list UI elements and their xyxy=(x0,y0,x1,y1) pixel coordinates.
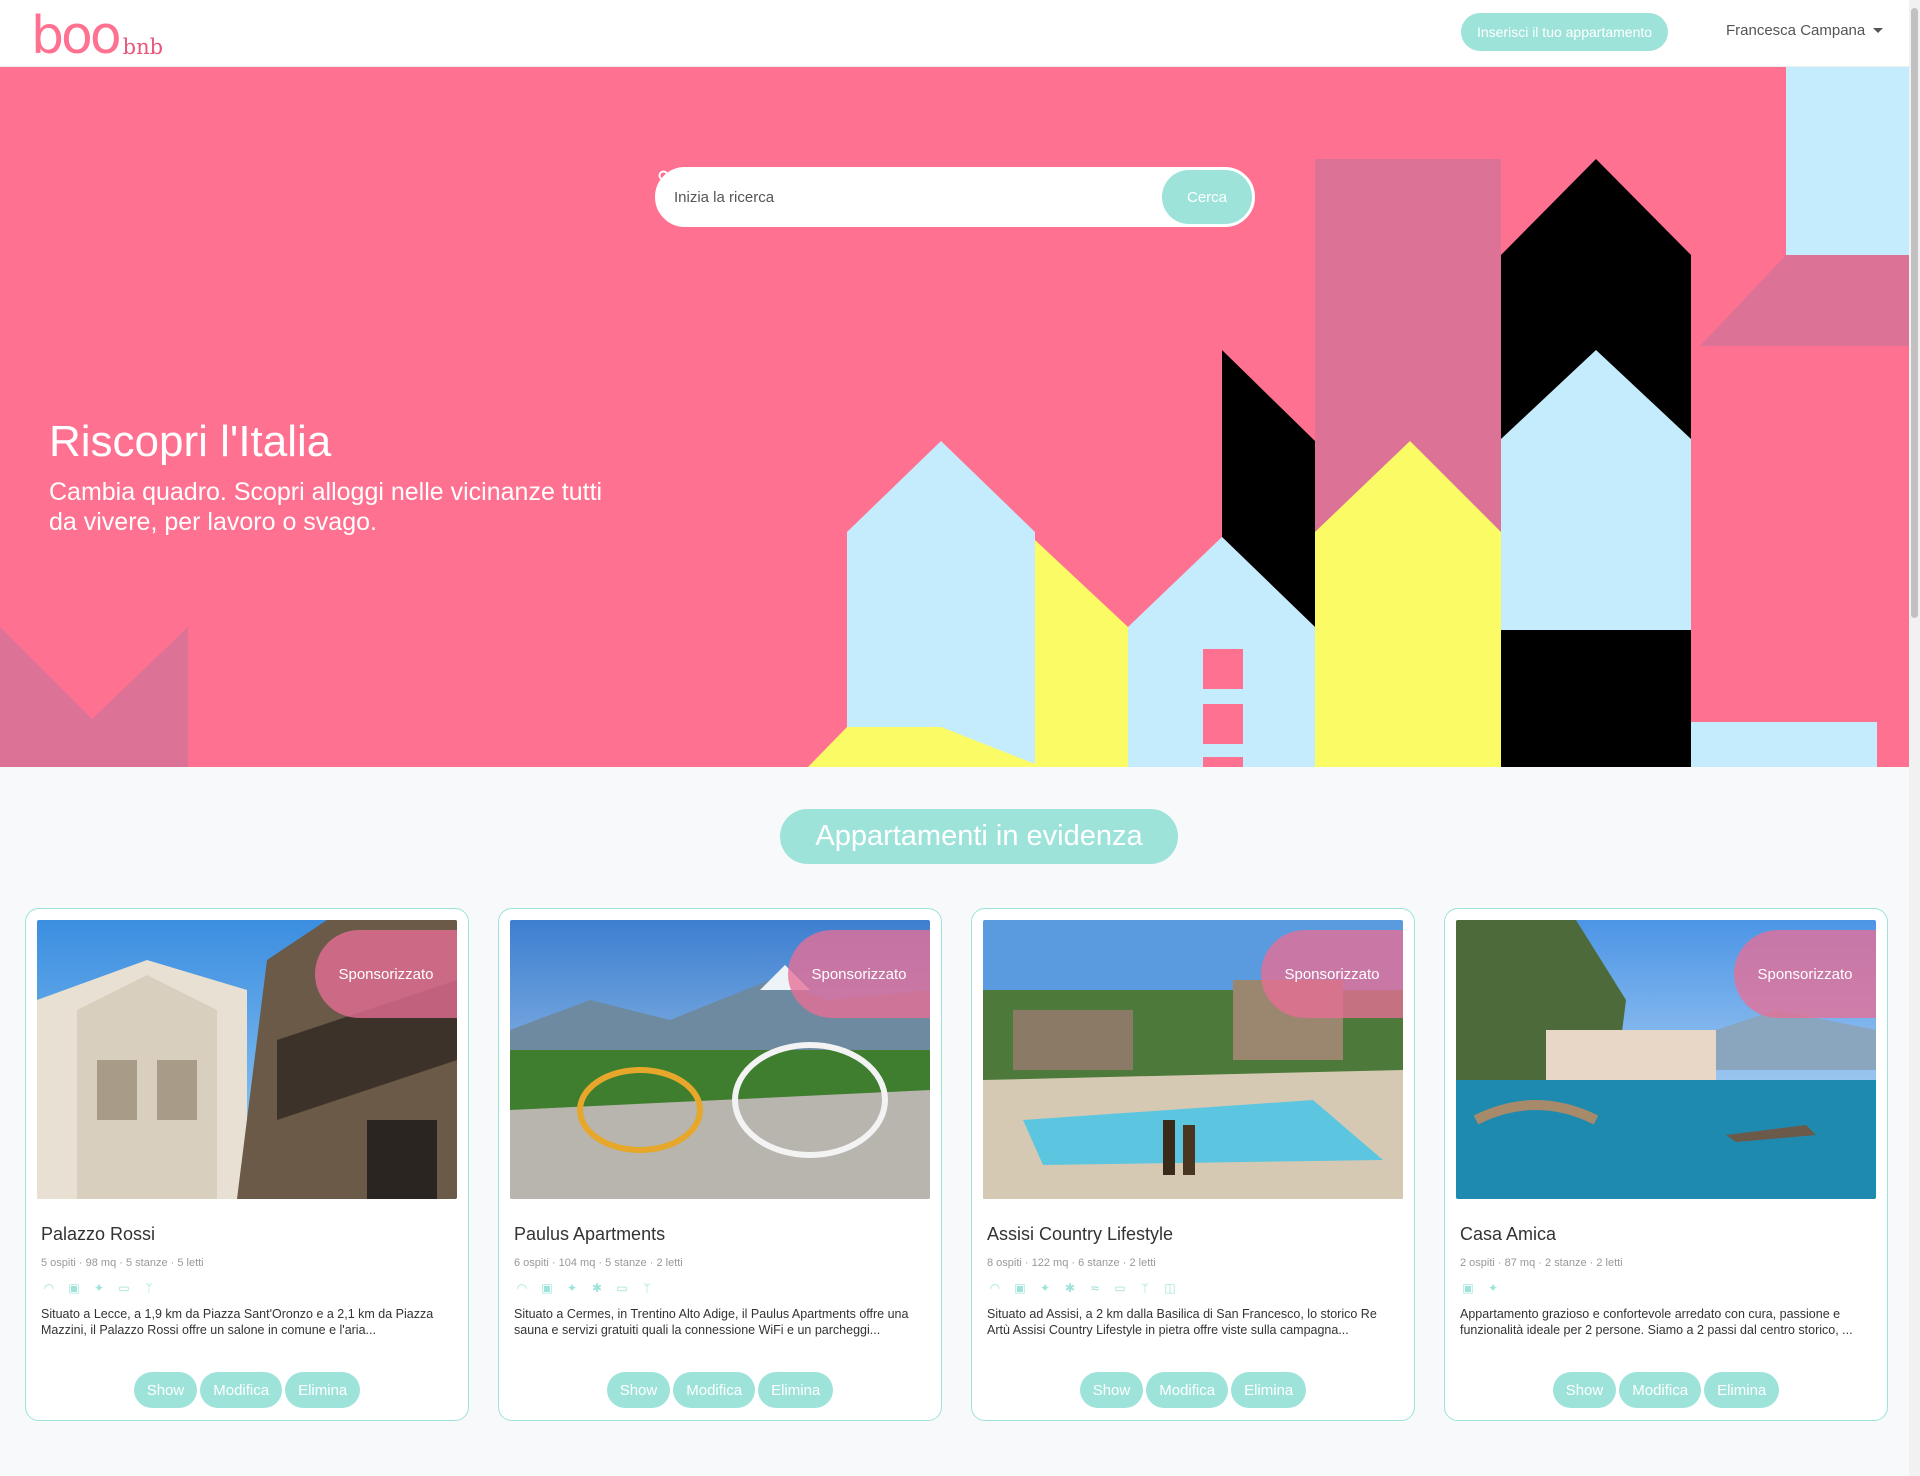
apartment-photo[interactable]: Sponsorizzato xyxy=(1456,920,1876,1199)
delete-button[interactable]: Elimina xyxy=(1704,1372,1780,1408)
delete-button[interactable]: Elimina xyxy=(285,1372,361,1408)
hero-subtitle: Cambia quadro. Scopri alloggi nelle vici… xyxy=(49,478,603,536)
logo-sub-text: bnb xyxy=(122,35,164,59)
pool-icon: ≈ xyxy=(1089,1281,1101,1295)
apartment-description: Situato ad Assisi, a 2 km dalla Basilica… xyxy=(987,1307,1377,1337)
scrollbar[interactable] xyxy=(1909,0,1920,1476)
scrollbar-thumb[interactable] xyxy=(1911,8,1918,618)
tv-icon: ▭ xyxy=(616,1281,628,1295)
apartment-meta: 8 ospiti · 122 mq · 6 stanze · 2 letti xyxy=(987,1257,1156,1269)
hero-banner: Cerca Riscopri l'Italia Cambia quadro. S… xyxy=(0,67,1909,767)
parking-icon: ▣ xyxy=(1014,1281,1026,1295)
wifi-icon: ◠ xyxy=(989,1281,1001,1295)
kitchen-icon: ᛘ xyxy=(145,1281,153,1295)
apartment-description: Situato a Cermes, in Trentino Alto Adige… xyxy=(514,1307,909,1337)
show-button[interactable]: Show xyxy=(1079,1372,1144,1408)
wifi-icon: ◠ xyxy=(516,1281,528,1295)
apartment-description: Situato a Lecce, a 1,9 km da Piazza Sant… xyxy=(41,1307,434,1337)
delete-button[interactable]: Elimina xyxy=(1231,1372,1307,1408)
wifi-icon: ◠ xyxy=(43,1281,55,1295)
amenities-list: ▣ ✦ xyxy=(1460,1281,1501,1295)
apartment-photo[interactable]: Sponsorizzato xyxy=(983,920,1403,1199)
edit-button[interactable]: Modifica xyxy=(1146,1372,1229,1408)
apartment-meta: 2 ospiti · 87 mq · 2 stanze · 2 letti xyxy=(1460,1257,1623,1269)
hero-title: Riscopri l'Italia xyxy=(49,417,332,466)
apartment-title: Paulus Apartments xyxy=(514,1224,666,1244)
card-actions: Show Modifica Elimina xyxy=(499,1372,941,1408)
apartment-title: Assisi Country Lifestyle xyxy=(987,1224,1174,1244)
search-button-label: Cerca xyxy=(1186,188,1227,206)
apartment-card: Sponsorizzato Paulus Apartments 6 ospiti… xyxy=(498,908,942,1421)
pets-icon: ✦ xyxy=(566,1281,578,1295)
parking-icon: ▣ xyxy=(1462,1281,1474,1295)
parking-icon: ▣ xyxy=(68,1281,80,1295)
show-button[interactable]: Show xyxy=(606,1372,671,1408)
search-input[interactable] xyxy=(658,170,1162,224)
sponsored-badge: Sponsorizzato xyxy=(788,930,930,1018)
edit-button[interactable]: Modifica xyxy=(673,1372,756,1408)
ac-icon: ✱ xyxy=(1064,1281,1076,1295)
delete-button[interactable]: Elimina xyxy=(758,1372,834,1408)
sponsored-badge: Sponsorizzato xyxy=(1734,930,1876,1018)
kitchen-icon: ᛘ xyxy=(1141,1281,1149,1295)
card-actions: Show Modifica Elimina xyxy=(26,1372,468,1408)
amenities-list: ◠ ▣ ✦ ▭ ᛘ xyxy=(41,1281,157,1295)
caret-down-icon xyxy=(1873,28,1884,33)
pets-icon: ✦ xyxy=(93,1281,105,1295)
kitchen-icon: ᛘ xyxy=(643,1281,651,1295)
user-name: Francesca Campana xyxy=(1726,22,1866,39)
apartment-photo[interactable]: Sponsorizzato xyxy=(510,920,930,1199)
edit-button[interactable]: Modifica xyxy=(1619,1372,1702,1408)
navbar: boo bnb Inserisci il tuo appartamento Fr… xyxy=(0,0,1909,67)
amenities-list: ◠ ▣ ✦ ✱ ▭ ᛘ xyxy=(514,1281,655,1295)
sponsored-badge: Sponsorizzato xyxy=(315,930,457,1018)
edit-button[interactable]: Modifica xyxy=(200,1372,283,1408)
card-actions: Show Modifica Elimina xyxy=(1445,1372,1887,1408)
logo-main-text: boo xyxy=(31,6,122,66)
user-menu-dropdown[interactable]: Francesca Campana xyxy=(1726,22,1884,39)
apartment-photo[interactable]: Sponsorizzato xyxy=(37,920,457,1199)
insert-apartment-button[interactable]: Inserisci il tuo appartamento xyxy=(1461,13,1668,51)
ac-icon: ✱ xyxy=(591,1281,603,1295)
featured-section-title: Appartamenti in evidenza xyxy=(780,809,1178,864)
pets-icon: ✦ xyxy=(1487,1281,1499,1295)
pets-icon: ✦ xyxy=(1039,1281,1051,1295)
apartment-meta: 5 ospiti · 98 mq · 5 stanze · 5 letti xyxy=(41,1257,204,1269)
show-button[interactable]: Show xyxy=(133,1372,198,1408)
apartment-card: Sponsorizzato Assisi Country Lifestyle 8… xyxy=(971,908,1415,1421)
apartment-meta: 6 ospiti · 104 mq · 5 stanze · 2 letti xyxy=(514,1257,683,1269)
breakfast-icon: ◫ xyxy=(1164,1281,1176,1295)
search-bar: Cerca xyxy=(655,167,1255,227)
tv-icon: ▭ xyxy=(1114,1281,1126,1295)
tv-icon: ▭ xyxy=(118,1281,130,1295)
search-icon xyxy=(658,170,672,184)
parking-icon: ▣ xyxy=(541,1281,553,1295)
apartment-title: Palazzo Rossi xyxy=(41,1224,156,1244)
sponsored-badge: Sponsorizzato xyxy=(1261,930,1403,1018)
amenities-list: ◠ ▣ ✦ ✱ ≈ ▭ ᛘ ◫ xyxy=(987,1281,1178,1295)
apartment-title: Casa Amica xyxy=(1460,1224,1557,1244)
apartment-description: Appartamento grazioso e confortevole arr… xyxy=(1460,1307,1853,1337)
apartment-card: Sponsorizzato Palazzo Rossi 5 ospiti · 9… xyxy=(25,908,469,1421)
card-actions: Show Modifica Elimina xyxy=(972,1372,1414,1408)
show-button[interactable]: Show xyxy=(1552,1372,1617,1408)
search-button[interactable]: Cerca xyxy=(658,170,1252,224)
apartment-card: Sponsorizzato Casa Amica 2 ospiti · 87 m… xyxy=(1444,908,1888,1421)
boolbnb-logo[interactable]: boo bnb xyxy=(31,6,163,62)
